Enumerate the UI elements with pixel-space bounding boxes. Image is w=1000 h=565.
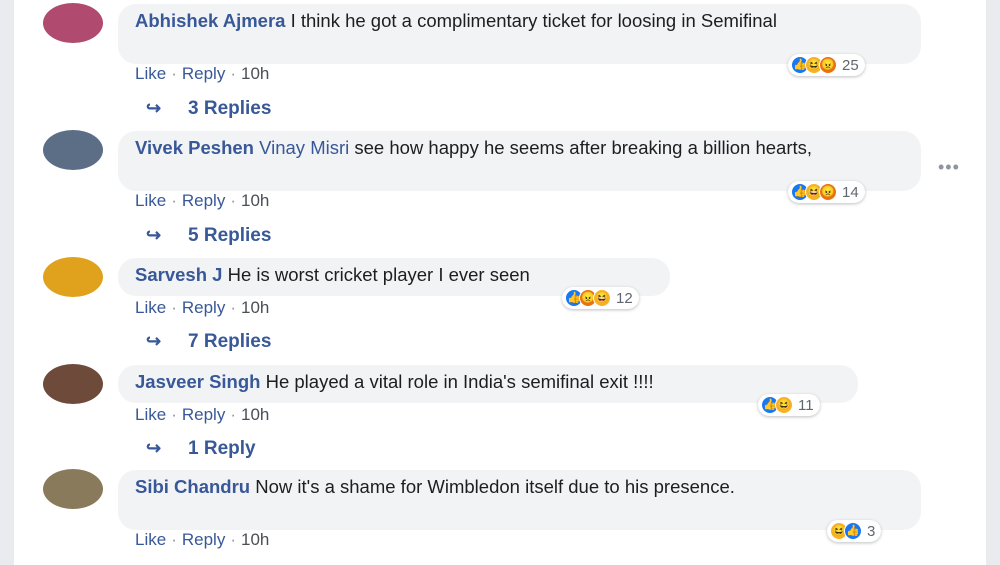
reaction-count: 12 [616,289,633,307]
comment-1: Abhishek Ajmera I think he got a complim… [0,0,1000,120]
comment-actions: Like · Reply · 10h [135,530,269,550]
separator: · [230,191,236,210]
like-reaction-icon: 👍 [844,522,862,540]
comment-author[interactable]: Abhishek Ajmera [135,10,285,31]
avatar[interactable] [43,469,103,509]
angry-reaction-icon: 😠 [819,183,837,201]
haha-reaction-icon: 😆 [593,289,611,307]
separator: · [230,530,236,549]
separator: · [171,298,177,317]
comment-text: He is worst cricket player I ever seen [222,264,530,285]
replies-count[interactable]: 1 Reply [188,438,256,459]
reaction-summary[interactable]: 👍 😆 😠 25 [788,54,865,76]
reaction-summary[interactable]: 😆 👍 3 [827,520,882,542]
reaction-count: 14 [842,183,859,201]
comment-actions: Like · Reply · 10h [135,64,269,84]
like-button[interactable]: Like [135,64,166,83]
replies-count[interactable]: 3 Replies [188,98,271,119]
replies-count[interactable]: 5 Replies [188,225,271,246]
avatar[interactable] [43,3,103,43]
like-button[interactable]: Like [135,191,166,210]
reaction-count: 3 [867,522,876,540]
comments-section: Abhishek Ajmera I think he got a complim… [0,0,1000,565]
view-replies-link[interactable]: ↪ 5 Replies [146,225,271,247]
reaction-summary[interactable]: 👍 😆 😠 14 [788,181,865,203]
comment-author[interactable]: Jasveer Singh [135,371,260,392]
replies-count[interactable]: 7 Replies [188,331,271,352]
haha-reaction-icon: 😆 [775,396,793,414]
angry-reaction-icon: 😠 [819,56,837,74]
timestamp[interactable]: 10h [241,530,269,549]
reply-button[interactable]: Reply [182,530,225,549]
timestamp[interactable]: 10h [241,191,269,210]
reply-arrow-icon: ↪ [146,438,162,458]
avatar[interactable] [43,364,103,404]
reply-arrow-icon: ↪ [146,331,162,351]
comment-bubble: Sibi Chandru Now it's a shame for Wimble… [118,470,921,530]
comment-actions: Like · Reply · 10h [135,191,269,211]
timestamp[interactable]: 10h [241,298,269,317]
like-button[interactable]: Like [135,530,166,549]
reaction-summary[interactable]: 👍 😆 11 [758,394,820,416]
separator: · [171,405,177,424]
reply-button[interactable]: Reply [182,298,225,317]
separator: · [171,64,177,83]
view-replies-link[interactable]: ↪ 1 Reply [146,438,256,460]
reaction-count: 11 [798,396,814,414]
tagged-user[interactable]: Vinay Misri [254,137,349,158]
comment-actions: Like · Reply · 10h [135,405,269,425]
comment-5: Sibi Chandru Now it's a shame for Wimble… [0,466,1000,565]
separator: · [230,405,236,424]
comment-author[interactable]: Vivek Peshen [135,137,254,158]
like-button[interactable]: Like [135,298,166,317]
reply-button[interactable]: Reply [182,64,225,83]
reaction-summary[interactable]: 👍 😠 😆 12 [562,287,639,309]
comment-4: Jasveer Singh He played a vital role in … [0,361,1000,481]
separator: · [230,64,236,83]
comment-3: Sarvesh J He is worst cricket player I e… [0,254,1000,374]
comment-actions: Like · Reply · 10h [135,298,269,318]
timestamp[interactable]: 10h [241,64,269,83]
reaction-count: 25 [842,56,859,74]
comment-text: He played a vital role in India's semifi… [260,371,654,392]
view-replies-link[interactable]: ↪ 3 Replies [146,98,271,120]
separator: · [230,298,236,317]
comment-2: Vivek Peshen Vinay Misri see how happy h… [0,127,1000,247]
comment-text: see how happy he seems after breaking a … [349,137,813,158]
comment-bubble: Jasveer Singh He played a vital role in … [118,365,858,403]
comment-author[interactable]: Sarvesh J [135,264,222,285]
timestamp[interactable]: 10h [241,405,269,424]
view-replies-link[interactable]: ↪ 7 Replies [146,331,271,353]
avatar[interactable] [43,257,103,297]
like-button[interactable]: Like [135,405,166,424]
reply-button[interactable]: Reply [182,191,225,210]
comment-author[interactable]: Sibi Chandru [135,476,250,497]
reply-arrow-icon: ↪ [146,225,162,245]
avatar[interactable] [43,130,103,170]
reply-arrow-icon: ↪ [146,98,162,118]
comment-text: I think he got a complimentary ticket fo… [285,10,777,31]
reply-button[interactable]: Reply [182,405,225,424]
more-options-icon[interactable]: ••• [938,157,960,178]
separator: · [171,530,177,549]
separator: · [171,191,177,210]
comment-text: Now it's a shame for Wimbledon itself du… [250,476,735,497]
